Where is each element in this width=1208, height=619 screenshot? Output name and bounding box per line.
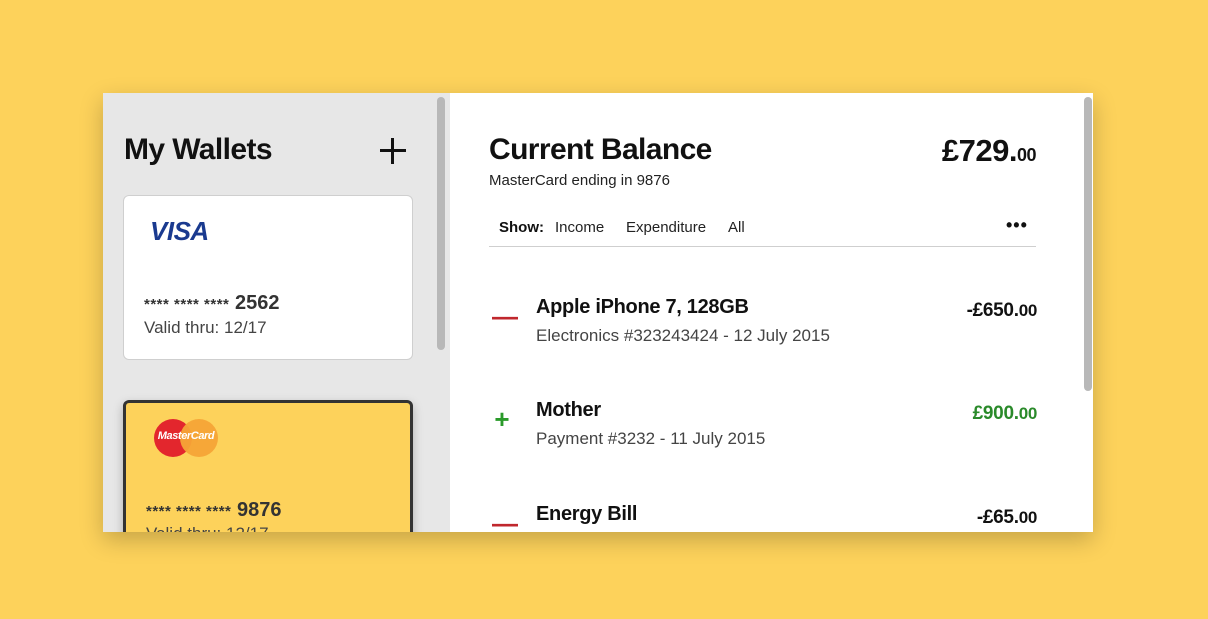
transaction-title: Energy Bill [536, 503, 638, 525]
plus-icon: + [494, 404, 510, 434]
wallet-card-visa[interactable]: VISA **** **** **** 2562 Valid thru: 12/… [123, 195, 413, 360]
transaction-amount: £900.00 [972, 403, 1038, 425]
transaction-amount-whole: -£65. [976, 507, 1019, 528]
wallet-app-window: My Wallets VISA **** **** **** 2562 Vali… [103, 93, 1093, 532]
transaction-amount-whole: £900. [972, 403, 1019, 424]
transaction-amount-pence: 00 [1018, 404, 1038, 423]
card-number-mask: **** **** **** [144, 296, 230, 313]
card-number-mask: **** **** **** [146, 503, 232, 520]
mastercard-logo: MasterCard [154, 419, 218, 459]
main-scrollbar-thumb[interactable] [1084, 97, 1092, 391]
transaction-amount-whole: -£650. [966, 300, 1019, 321]
show-label: Show: [499, 219, 544, 236]
card-last4: 2562 [234, 292, 280, 314]
wallet-card-mastercard[interactable]: MasterCard **** **** **** 9876 Valid thr… [123, 400, 413, 532]
transaction-row[interactable]: — Energy Bill -£65.00 [489, 503, 1039, 532]
transaction-amount: -£650.00 [966, 300, 1038, 322]
transaction-title: Mother [536, 399, 601, 421]
card-number: **** **** **** 2562 [144, 292, 279, 315]
transaction-row[interactable]: — Apple iPhone 7, 128GB Electronics #323… [489, 296, 1039, 366]
mastercard-logo-text: MasterCard [157, 430, 215, 442]
balance-amount-pence: 00 [1016, 145, 1037, 165]
minus-icon: — [492, 508, 518, 532]
visa-logo: VISA [150, 216, 209, 246]
card-last4: 9876 [236, 499, 282, 521]
minus-icon: — [492, 301, 518, 331]
card-valid-thru: Valid thru: 12/17 [146, 524, 269, 532]
transaction-amount-pence: 00 [1018, 508, 1038, 527]
transaction-title: Apple iPhone 7, 128GB [536, 296, 749, 318]
balance-amount-whole: £729. [941, 133, 1018, 168]
balance-title: Current Balance [489, 133, 712, 166]
add-wallet-button[interactable] [379, 137, 407, 165]
filter-expenditure[interactable]: Expenditure [626, 219, 706, 236]
card-valid-thru: Valid thru: 12/17 [144, 318, 267, 337]
transaction-amount: -£65.00 [977, 507, 1037, 529]
wallets-sidebar: My Wallets VISA **** **** **** 2562 Vali… [103, 93, 450, 532]
transaction-row[interactable]: + Mother Payment #3232 - 11 July 2015 £9… [489, 399, 1039, 469]
wallets-title: My Wallets [124, 133, 273, 166]
card-number: **** **** **** 9876 [146, 499, 281, 522]
sidebar-scrollbar-thumb[interactable] [437, 97, 445, 350]
transaction-details: Payment #3232 - 11 July 2015 [536, 429, 766, 448]
more-dots-icon[interactable]: ••• [1006, 216, 1028, 234]
transaction-details: Electronics #323243424 - 12 July 2015 [536, 326, 830, 345]
transaction-filter-bar: Show: Income Expenditure All ••• [489, 215, 1036, 247]
filter-income[interactable]: Income [555, 219, 604, 236]
transaction-amount-pence: 00 [1018, 301, 1038, 320]
balance-panel: Current Balance MasterCard ending in 987… [450, 93, 1093, 532]
balance-amount: £729.00 [941, 133, 1037, 169]
balance-subtitle: MasterCard ending in 9876 [489, 172, 670, 189]
filter-all[interactable]: All [728, 219, 745, 236]
